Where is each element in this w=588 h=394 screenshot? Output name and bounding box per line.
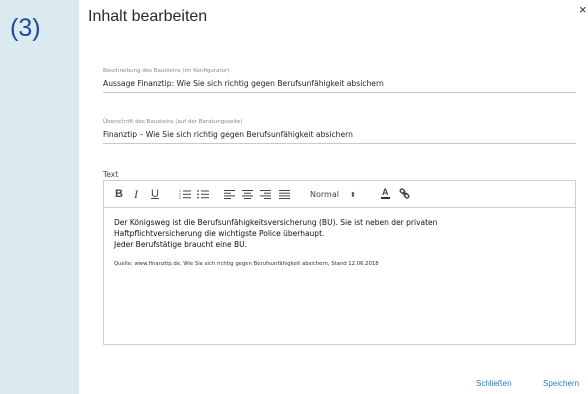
bold-icon[interactable]: B [115, 188, 123, 200]
align-center-icon[interactable] [242, 190, 253, 199]
rich-text-editor[interactable]: B I U 1 2 3 Normal ⬍ A Der Königsweg ist… [103, 180, 576, 345]
heading-field-label: Überschrift des Bausteins (auf der Berat… [103, 119, 243, 125]
editor-toolbar: B I U 1 2 3 Normal ⬍ A [104, 181, 575, 208]
editor-text-line: Haftpflichtversicherung die wichtigste P… [114, 229, 325, 238]
underline-icon[interactable]: U [151, 188, 159, 200]
align-right-icon[interactable] [260, 190, 271, 199]
description-field-value[interactable]: Aussage Finanztip: Wie Sie sich richtig … [103, 75, 576, 93]
editor-text-line: Der Königsweg ist die Berufsunfähigkeits… [114, 218, 438, 227]
close-icon[interactable]: × [579, 2, 587, 17]
editor-text-line: Jeder Berufstätige braucht eine BU. [114, 240, 247, 249]
italic-icon[interactable]: I [134, 188, 138, 200]
close-button[interactable]: Schließen [476, 379, 512, 388]
font-size-select[interactable]: Normal [310, 189, 339, 201]
description-field-label: Beschreibung des Bausteins (im Konfigura… [103, 68, 230, 74]
source-citation: Quelle: www.finanztip.de, Wie Sie sich r… [114, 261, 379, 267]
step-number: (3) [10, 14, 41, 42]
side-panel: (3) [0, 0, 79, 394]
text-color-icon[interactable]: A [381, 188, 390, 199]
save-button[interactable]: Speichern [543, 379, 579, 388]
edit-dialog: Inhalt bearbeiten × Beschreibung des Bau… [79, 0, 588, 394]
bullet-list-icon[interactable] [197, 189, 209, 199]
ordered-list-icon[interactable]: 1 2 3 [179, 189, 191, 199]
description-field[interactable]: Beschreibung des Bausteins (im Konfigura… [103, 68, 576, 93]
dropdown-caret-icon[interactable]: ⬍ [350, 190, 356, 202]
dialog-title: Inhalt bearbeiten [88, 8, 208, 25]
align-left-icon[interactable] [224, 190, 235, 199]
align-justify-icon[interactable] [279, 190, 290, 199]
heading-field-value[interactable]: Finanztip – Wie Sie sich richtig gegen B… [103, 126, 576, 144]
text-editor-label: Text [103, 170, 119, 179]
svg-text:3: 3 [179, 196, 181, 199]
link-icon[interactable] [399, 188, 410, 199]
editor-content[interactable]: Der Königsweg ist die Berufsunfähigkeits… [104, 208, 575, 267]
heading-field[interactable]: Überschrift des Bausteins (auf der Berat… [103, 119, 576, 144]
